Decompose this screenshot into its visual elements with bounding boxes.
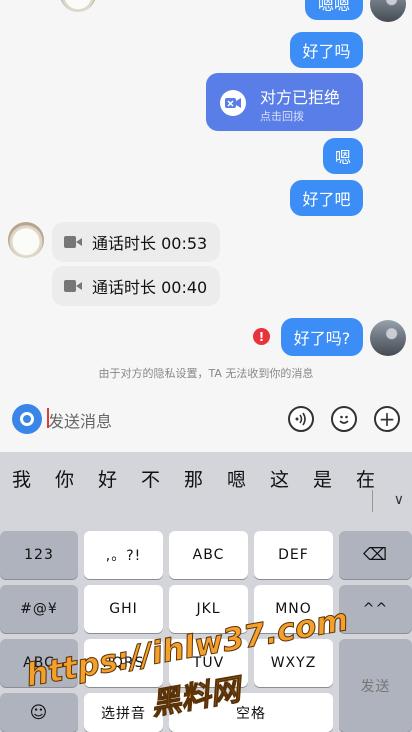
emoji-button[interactable] — [331, 406, 357, 432]
plus-icon: + — [378, 407, 396, 431]
voice-input-button[interactable] — [288, 406, 314, 432]
backspace-key[interactable]: ⌫ — [339, 531, 412, 579]
self-avatar[interactable] — [370, 320, 406, 356]
send-failed-icon[interactable]: ! — [253, 328, 270, 345]
call-card-subtitle: 点击回拨 — [260, 110, 304, 123]
contact-avatar[interactable] — [8, 222, 44, 258]
chat-area: 嗯嗯 好了吗 对方已拒绝 点击回拨 嗯 好了吧 通话时长 00:53 通话时长 … — [0, 0, 412, 398]
message-outgoing[interactable]: 嗯 — [323, 138, 363, 174]
sound-wave-icon — [295, 412, 306, 426]
key-abc[interactable]: ABC — [169, 531, 248, 579]
message-input[interactable]: 发送消息 — [48, 408, 112, 432]
message-outgoing-partial[interactable]: 嗯嗯 — [305, 0, 363, 20]
candidate-word[interactable]: 好 — [86, 465, 129, 492]
video-call-declined-icon — [220, 90, 246, 116]
message-outgoing[interactable]: 好了吗 — [290, 32, 363, 68]
video-call-icon — [64, 236, 82, 248]
call-card-title: 对方已拒绝 — [260, 88, 341, 107]
smiley-icon: ☺ — [29, 702, 49, 723]
candidate-word[interactable]: 嗯 — [215, 465, 258, 492]
key-punctuation[interactable]: ,。?! — [84, 531, 163, 579]
camera-button[interactable] — [12, 404, 42, 434]
candidate-word[interactable]: 那 — [172, 465, 215, 492]
emoji-key[interactable]: ☺ — [0, 693, 78, 732]
self-avatar-top[interactable] — [370, 0, 406, 22]
key-emoticon[interactable]: ^^ — [339, 585, 412, 633]
contact-avatar-top[interactable] — [60, 0, 96, 12]
candidate-word[interactable]: 这 — [258, 465, 301, 492]
camera-icon — [20, 412, 34, 426]
call-declined-card[interactable]: 对方已拒绝 点击回拨 — [206, 73, 363, 131]
key-ghi[interactable]: GHI — [84, 585, 163, 633]
message-outgoing-failed[interactable]: 好了吗? — [281, 318, 363, 356]
key-def[interactable]: DEF — [254, 531, 333, 579]
candidate-word[interactable]: 我 — [0, 465, 43, 492]
candidate-word[interactable]: 在 — [344, 465, 387, 492]
send-key[interactable]: 发送 — [339, 639, 412, 732]
candidate-word[interactable]: 是 — [301, 465, 344, 492]
message-outgoing[interactable]: 好了吧 — [290, 180, 363, 216]
call-record-bubble[interactable]: 通话时长 00:40 — [52, 266, 220, 306]
key-123[interactable]: 123 — [0, 531, 78, 579]
candidate-word[interactable]: 你 — [43, 465, 86, 492]
backspace-icon: ⌫ — [362, 545, 389, 565]
smiley-icon — [339, 415, 349, 424]
more-options-button[interactable]: + — [374, 406, 400, 432]
expand-candidates-icon[interactable]: ∨ — [394, 492, 404, 508]
key-symbols[interactable]: #@¥ — [0, 585, 78, 633]
candidate-divider — [372, 490, 373, 512]
video-call-icon — [64, 280, 82, 292]
call-record-bubble[interactable]: 通话时长 00:53 — [52, 222, 220, 262]
candidate-word[interactable]: 不 — [129, 465, 172, 492]
candidate-bar: 我 你 好 不 那 嗯 这 是 在 — [0, 452, 412, 504]
privacy-notice: 由于对方的隐私设置，TA 无法收到你的消息 — [98, 367, 314, 380]
